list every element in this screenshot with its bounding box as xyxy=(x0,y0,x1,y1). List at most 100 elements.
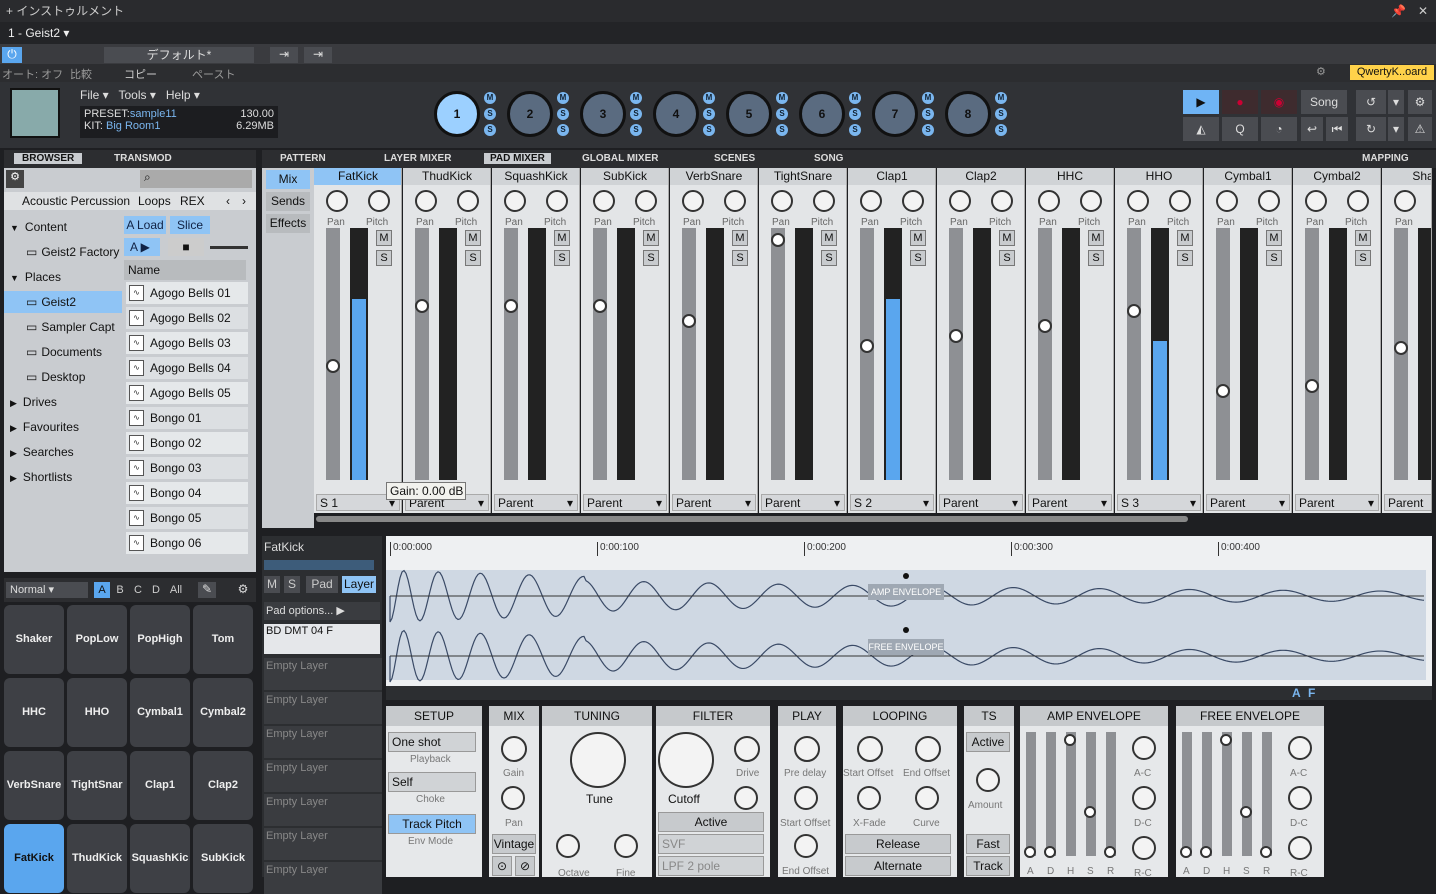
layer-s-button[interactable]: S xyxy=(284,576,300,593)
pad-select-2[interactable]: 2 xyxy=(507,91,553,137)
ts-fast-button[interactable]: Fast xyxy=(966,834,1010,854)
alternate-button[interactable]: Alternate xyxy=(845,856,951,876)
channel-fader[interactable] xyxy=(593,298,607,313)
amp-envelope-section-slider-r[interactable] xyxy=(1104,846,1116,858)
name-column-header[interactable]: Name xyxy=(124,260,246,280)
pan-knob[interactable] xyxy=(1394,190,1416,212)
tab-browser[interactable]: BROWSER xyxy=(14,153,83,164)
mute-button[interactable]: M xyxy=(1088,230,1104,246)
pad-settings-icon[interactable]: ⚙ xyxy=(234,582,252,598)
drum-pad[interactable]: SubKick xyxy=(193,824,253,893)
copy-button[interactable]: コピー xyxy=(124,66,157,82)
forward-icon[interactable]: ⇥ xyxy=(270,47,298,63)
tree-expand-icon[interactable]: ▶ xyxy=(10,448,17,458)
vintage-option-icon[interactable]: ⊙ xyxy=(492,856,512,876)
forward-arrow-icon[interactable]: › xyxy=(242,192,246,210)
mute-button[interactable]: M xyxy=(643,230,659,246)
tree-expand-icon[interactable]: ▶ xyxy=(10,398,17,408)
pad-1-solo-button[interactable]: S xyxy=(484,108,496,120)
tree-item-searches[interactable]: ▶ Searches xyxy=(4,441,122,463)
free-envelope-section-knob-a-c[interactable] xyxy=(1288,736,1312,760)
channel-name[interactable]: Cymbal1 xyxy=(1204,168,1291,185)
pan-knob[interactable] xyxy=(1127,190,1149,212)
undo-icon[interactable]: ↺ xyxy=(1356,90,1386,114)
cutoff-knob[interactable] xyxy=(658,732,714,788)
pad-1-mute-button[interactable]: M xyxy=(484,92,496,104)
browser-gear-icon[interactable]: ⚙ xyxy=(6,170,24,188)
drum-pad[interactable]: VerbSnare xyxy=(4,751,64,820)
pitch-knob[interactable] xyxy=(1169,190,1191,212)
channel-fader[interactable] xyxy=(682,313,696,328)
tools-menu[interactable]: Tools xyxy=(119,88,147,102)
pad-3-select-button[interactable]: S xyxy=(630,124,642,136)
empty-layer-slot[interactable]: Empty Layer xyxy=(264,726,382,758)
tree-item-documents[interactable]: ▭ Documents xyxy=(4,341,122,363)
redo-icon[interactable]: ↻ xyxy=(1356,117,1386,141)
drum-pad[interactable]: Clap1 xyxy=(130,751,190,820)
stop-icon[interactable]: ■ xyxy=(168,238,204,256)
warning-icon[interactable]: ⚠ xyxy=(1408,117,1432,141)
pad-2-mute-button[interactable]: M xyxy=(557,92,569,104)
pad-3-mute-button[interactable]: M xyxy=(630,92,642,104)
channel-output-select[interactable]: Parent ▾ xyxy=(1295,494,1379,511)
file-menu[interactable]: File xyxy=(80,88,99,102)
channel-name[interactable]: HHO xyxy=(1115,168,1202,185)
close-icon[interactable]: ✕ xyxy=(1418,0,1428,22)
pad-4-select-button[interactable]: S xyxy=(703,124,715,136)
tree-item-drives[interactable]: ▶ Drives xyxy=(4,391,122,413)
solo-button[interactable]: S xyxy=(732,250,748,266)
ts-amount-knob[interactable] xyxy=(976,768,1000,792)
channel-output-select[interactable]: Parent ▾ xyxy=(939,494,1023,511)
file-list-item[interactable]: ∿ Bongo 03 xyxy=(126,457,248,479)
pitch-knob[interactable] xyxy=(368,190,390,212)
tune-knob[interactable] xyxy=(570,732,626,788)
channel-fader[interactable] xyxy=(949,328,963,343)
amp-envelope-section-knob-r-c[interactable] xyxy=(1132,836,1156,860)
pitch-knob[interactable] xyxy=(635,190,657,212)
quantize-button[interactable]: Q xyxy=(1222,117,1258,141)
solo-button[interactable]: S xyxy=(1088,250,1104,266)
amp-envelope-section-knob-a-c[interactable] xyxy=(1132,736,1156,760)
empty-layer-slot[interactable]: Empty Layer xyxy=(264,760,382,792)
filter-type-select[interactable]: SVF xyxy=(658,834,764,854)
tree-item-places[interactable]: ▼ Places xyxy=(4,266,122,288)
pad-6-solo-button[interactable]: S xyxy=(849,108,861,120)
pan-knob[interactable] xyxy=(415,190,437,212)
pad-8-select-button[interactable]: S xyxy=(995,124,1007,136)
channel-output-select[interactable]: S 3 ▾ xyxy=(1117,494,1201,511)
drum-pad[interactable]: FatKick xyxy=(4,824,64,893)
pitch-knob[interactable] xyxy=(1080,190,1102,212)
preset-value[interactable]: sample11 xyxy=(130,108,177,120)
pad-select-5[interactable]: 5 xyxy=(726,91,772,137)
mixer-effects-button[interactable]: Effects xyxy=(266,214,310,233)
file-list-item[interactable]: ∿ Agogo Bells 02 xyxy=(126,307,248,329)
pitch-knob[interactable] xyxy=(1347,190,1369,212)
drum-pad[interactable]: Clap2 xyxy=(193,751,253,820)
layer-layer-button[interactable]: Layer xyxy=(342,576,376,593)
tab-song[interactable]: SONG xyxy=(814,153,843,164)
pad-select-7[interactable]: 7 xyxy=(872,91,918,137)
channel-fader[interactable] xyxy=(771,233,785,248)
empty-layer-slot[interactable]: Empty Layer xyxy=(264,794,382,826)
channel-name[interactable]: Cymbal2 xyxy=(1293,168,1380,185)
play-button[interactable]: ▶ xyxy=(1183,90,1219,114)
empty-layer-slot[interactable]: Empty Layer xyxy=(264,862,382,894)
channel-output-select[interactable]: Parent ▾ xyxy=(1206,494,1290,511)
solo-button[interactable]: S xyxy=(554,250,570,266)
pitch-knob[interactable] xyxy=(1258,190,1280,212)
pitch-knob[interactable] xyxy=(457,190,479,212)
gain-knob[interactable] xyxy=(501,736,527,762)
pad-7-mute-button[interactable]: M xyxy=(922,92,934,104)
solo-button[interactable]: S xyxy=(821,250,837,266)
breadcrumb-acoustic[interactable]: Acoustic Percussion xyxy=(22,192,130,210)
pan-knob[interactable] xyxy=(326,190,348,212)
qwerty-keyboard-button[interactable]: QwertyK..oard xyxy=(1350,65,1434,80)
channel-output-select[interactable]: Parent ▾ xyxy=(494,494,578,511)
pad-5-mute-button[interactable]: M xyxy=(776,92,788,104)
tab-layer-mixer[interactable]: LAYER MIXER xyxy=(384,153,451,164)
undo-dropdown-icon[interactable]: ▾ xyxy=(1388,90,1404,114)
mute-button[interactable]: M xyxy=(910,230,926,246)
channel-output-select[interactable]: Parent ▾ xyxy=(583,494,667,511)
channel-fader[interactable] xyxy=(860,338,874,353)
pad-2-solo-button[interactable]: S xyxy=(557,108,569,120)
